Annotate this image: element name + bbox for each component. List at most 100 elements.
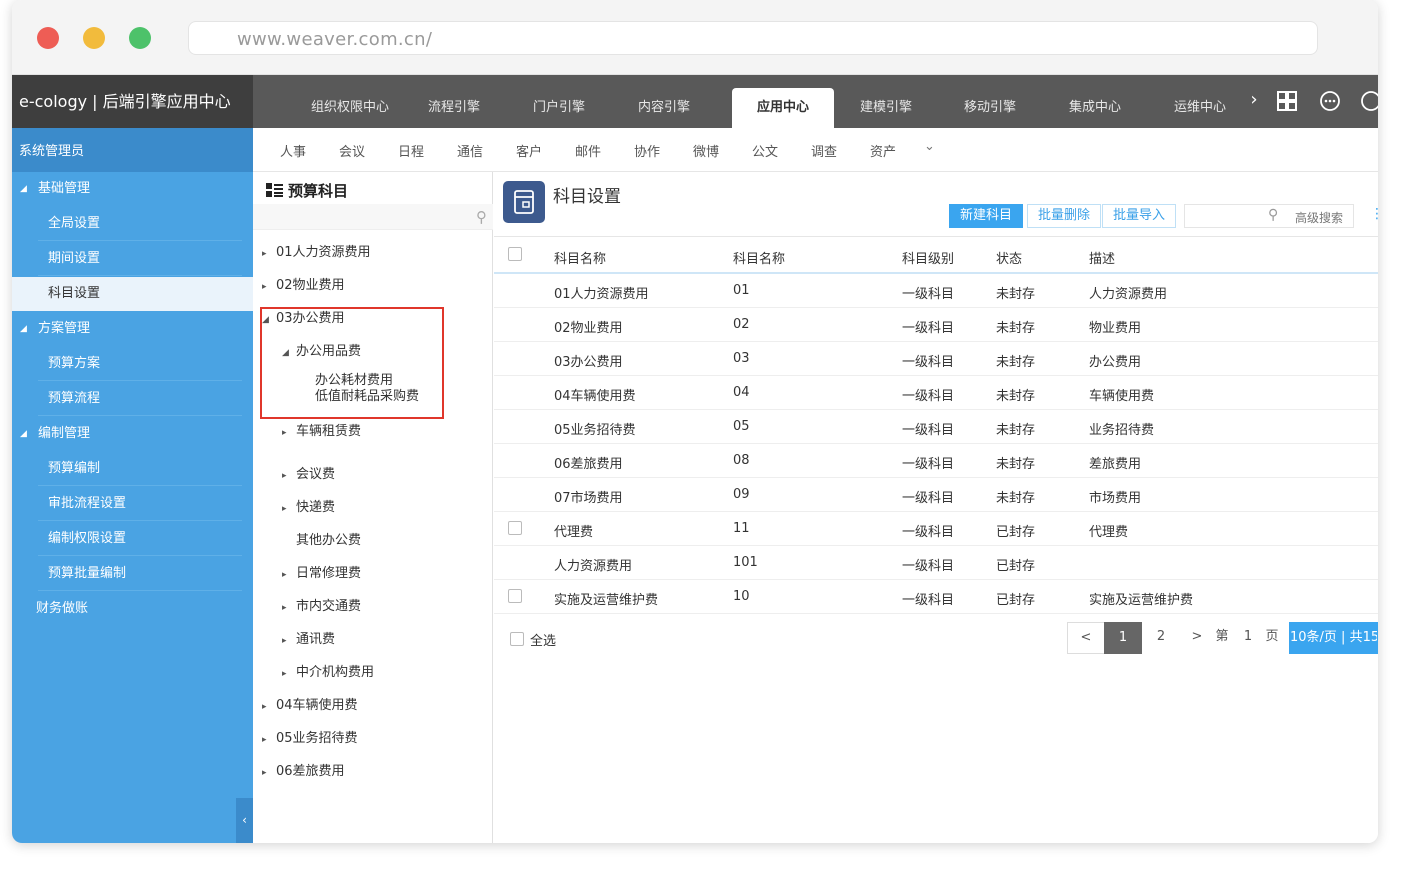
sidebar-item[interactable]: 审批流程设置 [38,487,242,521]
row-checkbox[interactable] [508,589,522,603]
page-button[interactable]: 1 [1104,622,1142,654]
sidebar-item[interactable]: 期间设置 [38,242,242,276]
column-header[interactable]: 科目名称 [554,248,606,267]
tree-expand-icon[interactable]: ▸ [262,276,276,298]
table-row[interactable]: 04车辆使用费 04 一级科目 未封存 车辆使用费 [494,376,1378,410]
expand-triangle-icon[interactable]: ◢ [20,312,27,346]
advanced-search-label[interactable]: 高级搜索 [1295,209,1343,226]
address-bar[interactable]: www.weaver.com.cn/ [188,21,1318,55]
sidebar-item[interactable]: 预算批量编制 [38,557,242,591]
batch-delete-button[interactable]: 批量删除 [1027,204,1102,228]
tree-node[interactable]: ▸ 日常修理费 [282,563,361,585]
column-header[interactable]: 状态 [996,248,1022,267]
top-tab[interactable]: 流程引擎 [402,88,506,128]
sidebar-collapse-button[interactable]: ‹ [236,798,253,843]
search-icon[interactable]: ⚲ [1268,207,1278,223]
sub-nav-item[interactable]: 调查 [811,141,837,160]
tree-expand-icon[interactable]: ▸ [262,762,276,784]
tree-node[interactable]: ▸ 02物业费用 [262,275,345,297]
double-chevron-down-icon[interactable]: ⌄ [924,139,935,154]
header-checkbox[interactable] [508,247,522,261]
tree-node[interactable]: ▸ 04车辆使用费 [262,695,358,717]
sidebar-item-finance[interactable]: 财务做账 [12,592,253,626]
sub-nav-item[interactable]: 公文 [752,141,778,160]
sub-nav-item[interactable]: 通信 [457,141,483,160]
tree-node[interactable]: ▸ 01人力资源费用 [262,242,371,264]
sidebar-item[interactable]: 全局设置 [38,207,242,241]
clock-icon[interactable] [1360,90,1378,114]
sidebar-item[interactable]: 预算方案 [38,347,242,381]
new-subject-button[interactable]: 新建科目 [949,204,1024,228]
tree-expand-icon[interactable]: ▸ [262,696,276,718]
select-all-label[interactable]: 全选 [530,630,556,649]
table-row[interactable]: 06差旅费用 08 一级科目 未封存 差旅费用 [494,444,1378,478]
tree-expand-icon[interactable]: ▸ [282,597,296,619]
maximize-window-button[interactable] [129,27,151,49]
table-row[interactable]: 实施及运营维护费 10 一级科目 已封存 实施及运营维护费 [494,580,1378,614]
table-row[interactable]: 07市场费用 09 一级科目 未封存 市场费用 [494,478,1378,512]
sidebar-item[interactable]: 科目设置 [12,277,253,311]
tree-node[interactable]: ▸ 车辆租赁费 [282,421,361,443]
tree-node[interactable]: ▸ 快递费 [282,497,335,519]
sidebar-group[interactable]: ◢ 方案管理 [12,312,253,346]
tree-expand-icon[interactable]: ▸ [282,422,296,444]
tree-node[interactable]: ▸ 通讯费 [282,629,335,651]
column-header[interactable]: 科目名称 [733,248,785,267]
page-jump-input[interactable]: 1 [1236,622,1260,654]
sub-nav-item[interactable]: 客户 [516,141,542,160]
prev-page-button[interactable]: < [1067,622,1105,654]
sub-nav-item[interactable]: 协作 [634,141,660,160]
more-menu-icon[interactable] [1318,90,1342,114]
page-size-info[interactable]: 10条/页 | 共15 [1289,622,1378,654]
tree-node[interactable]: ▸ 06差旅费用 [262,761,345,783]
tree-expand-icon[interactable]: ▸ [262,243,276,265]
tree-node[interactable]: ▸ 中介机构费用 [282,662,374,684]
sub-nav-item[interactable]: 资产 [870,141,896,160]
top-tab[interactable]: 组织权限中心 [298,88,402,128]
sidebar-item[interactable]: 预算流程 [38,382,242,416]
select-all-checkbox[interactable] [510,632,524,646]
top-tab[interactable]: 应用中心 [732,88,834,128]
tree-node[interactable]: ▸ 市内交通费 [282,596,361,618]
sidebar-group[interactable]: ◢ 编制管理 [12,417,253,451]
tree-expand-icon[interactable]: ▸ [282,630,296,652]
sidebar-item[interactable]: 编制权限设置 [38,522,242,556]
minimize-window-button[interactable] [83,27,105,49]
next-page-button[interactable]: > [1180,622,1214,654]
column-header[interactable]: 科目级别 [902,248,954,267]
top-tab[interactable]: 集成中心 [1043,88,1147,128]
row-checkbox[interactable] [508,521,522,535]
search-icon[interactable]: ⚲ [476,208,487,226]
close-window-button[interactable] [37,27,59,49]
tree-expand-icon[interactable]: ▸ [262,729,276,751]
sidebar-item[interactable]: 预算编制 [38,452,242,486]
sub-nav-item[interactable]: 日程 [398,141,424,160]
batch-import-button[interactable]: 批量导入 [1102,204,1177,228]
tree-expand-icon[interactable]: ▸ [282,663,296,685]
tree-expand-icon[interactable]: ▸ [282,465,296,487]
tree-node[interactable]: ▸ 05业务招待费 [262,728,358,750]
tree-node[interactable]: 其他办公费 [282,530,361,552]
top-tab[interactable]: 门户引擎 [507,88,611,128]
tree-expand-icon[interactable]: ▸ [282,564,296,586]
page-button[interactable]: 2 [1142,622,1180,654]
table-row[interactable]: 02物业费用 02 一级科目 未封存 物业费用 [494,308,1378,342]
advanced-search-input[interactable]: ⚲ 高级搜索 [1184,204,1354,228]
tree-node[interactable]: ▸ 会议费 [282,464,335,486]
top-tab[interactable]: 移动引擎 [938,88,1042,128]
sub-nav-item[interactable]: 邮件 [575,141,601,160]
tree-expand-icon[interactable]: ▸ [282,498,296,520]
expand-triangle-icon[interactable]: ◢ [20,172,27,206]
tree-search-input[interactable]: ⚲ [253,204,493,230]
sub-nav-item[interactable]: 微博 [693,141,719,160]
table-row[interactable]: 01人力资源费用 01 一级科目 未封存 人力资源费用 [494,274,1378,308]
grid-apps-icon[interactable] [1275,90,1299,114]
sub-nav-item[interactable]: 会议 [339,141,365,160]
table-row[interactable]: 05业务招待费 05 一级科目 未封存 业务招待费 [494,410,1378,444]
sub-nav-item[interactable]: 人事 [280,141,306,160]
top-tab[interactable]: 建模引擎 [834,88,938,128]
table-row[interactable]: 代理费 11 一级科目 已封存 代理费 [494,512,1378,546]
chevron-right-icon[interactable]: › [1242,88,1266,112]
more-options-icon[interactable]: ⋮ [1370,206,1378,222]
table-row[interactable]: 03办公费用 03 一级科目 未封存 办公费用 [494,342,1378,376]
